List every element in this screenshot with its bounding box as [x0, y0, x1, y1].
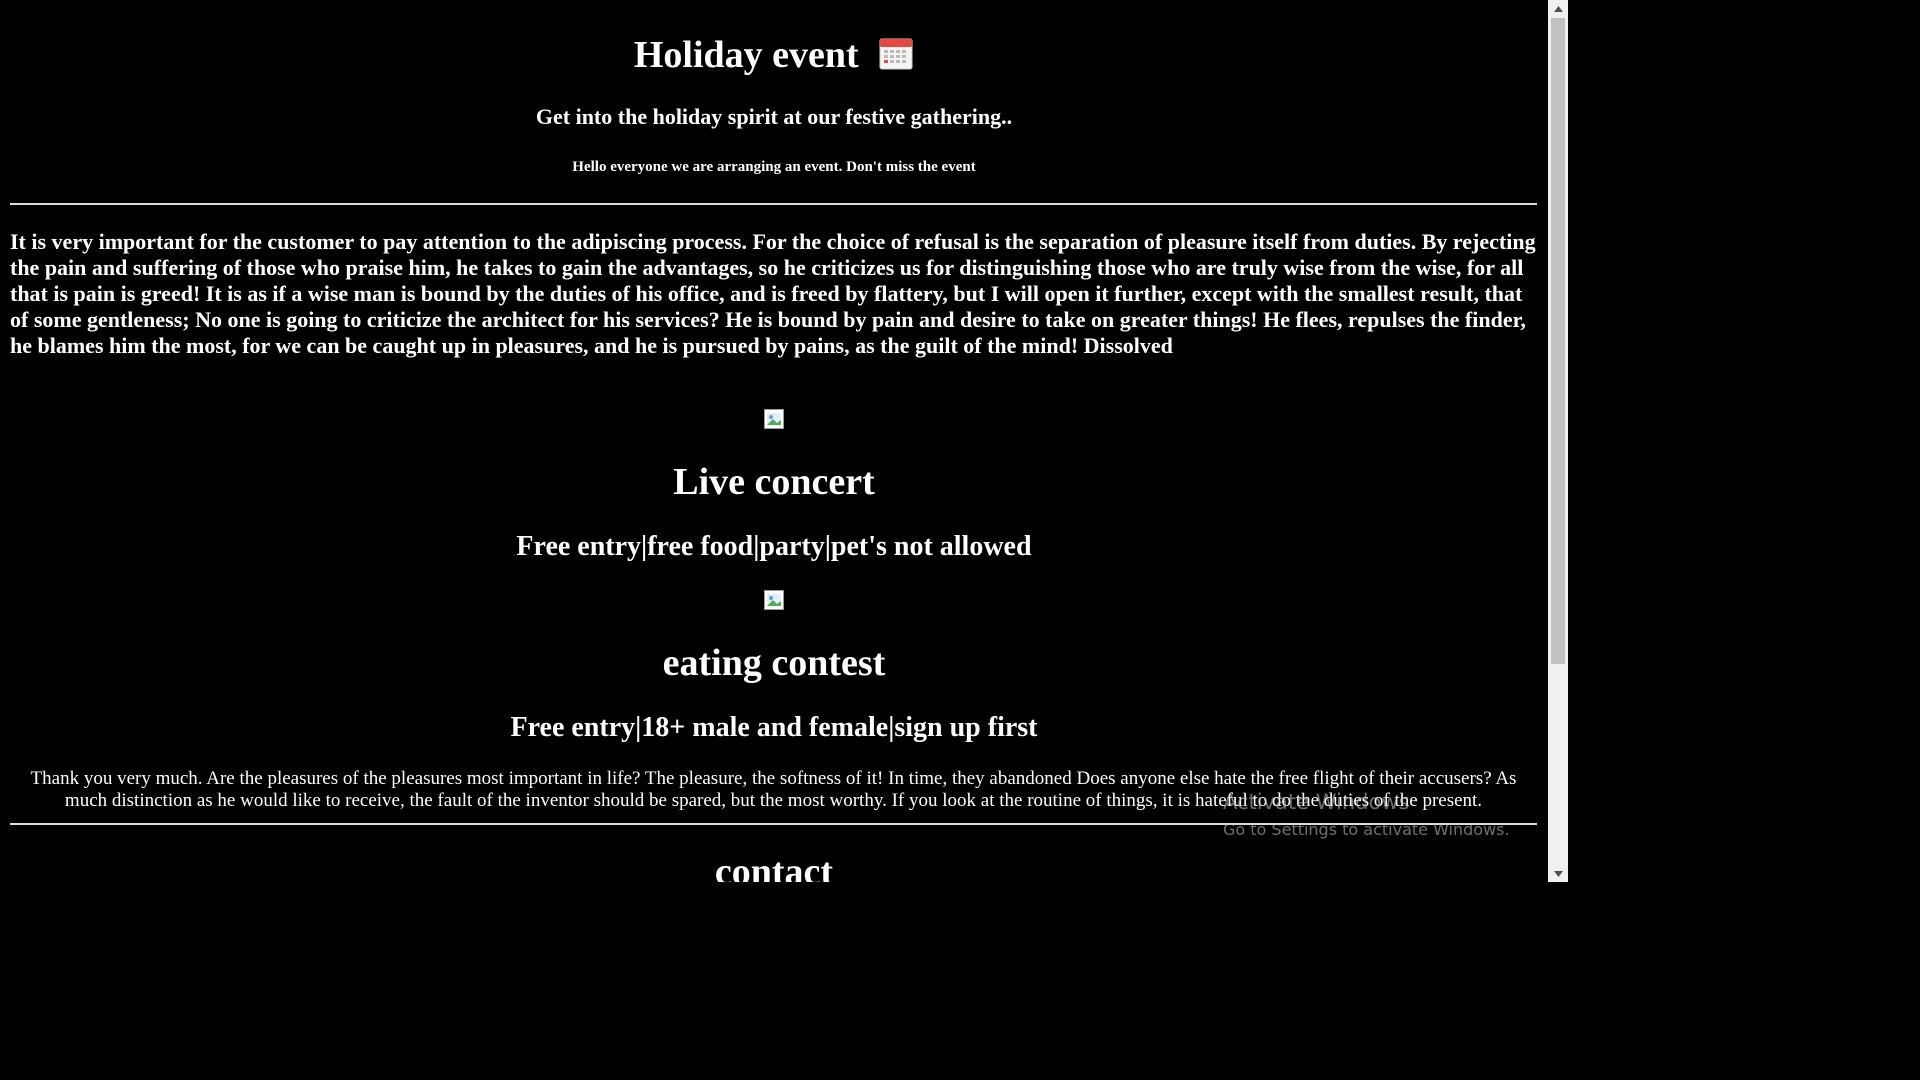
event-title-live-concert: Live concert: [673, 461, 875, 503]
scroll-down-arrow-icon[interactable]: [1548, 865, 1568, 882]
contest-image: [764, 590, 784, 610]
scroll-up-arrow-icon[interactable]: [1548, 0, 1568, 17]
page: Holiday event Get into the holiday spiri…: [0, 0, 1548, 882]
event-details-eating-contest: Free entry|18+ male and female|sign up f…: [510, 712, 1038, 743]
scrollbar-thumb[interactable]: [1551, 18, 1565, 664]
page-title-text: Holiday event: [633, 34, 859, 76]
page-title: Holiday event: [0, 32, 1548, 78]
concert-image: [764, 409, 784, 429]
event-title-eating-contest: eating contest: [662, 642, 886, 684]
event-details-live-concert: Free entry|free food|party|pet's not all…: [516, 531, 1032, 562]
windows-activation-watermark: Activate Windows Go to Settings to activ…: [1223, 788, 1510, 844]
watermark-line-1: Activate Windows: [1223, 790, 1410, 814]
watermark-line-2: Go to Settings to activate Windows.: [1223, 820, 1510, 839]
divider: [10, 203, 1537, 205]
contact-heading: contact: [714, 851, 834, 882]
calendar-icon: [878, 35, 914, 71]
vertical-scrollbar[interactable]: [1548, 0, 1568, 882]
intro-paragraph: It is very important for the customer to…: [10, 229, 1536, 358]
intro-note: Hello everyone we are arranging an event…: [572, 159, 976, 175]
page-subtitle: Get into the holiday spirit at our festi…: [535, 104, 1013, 129]
